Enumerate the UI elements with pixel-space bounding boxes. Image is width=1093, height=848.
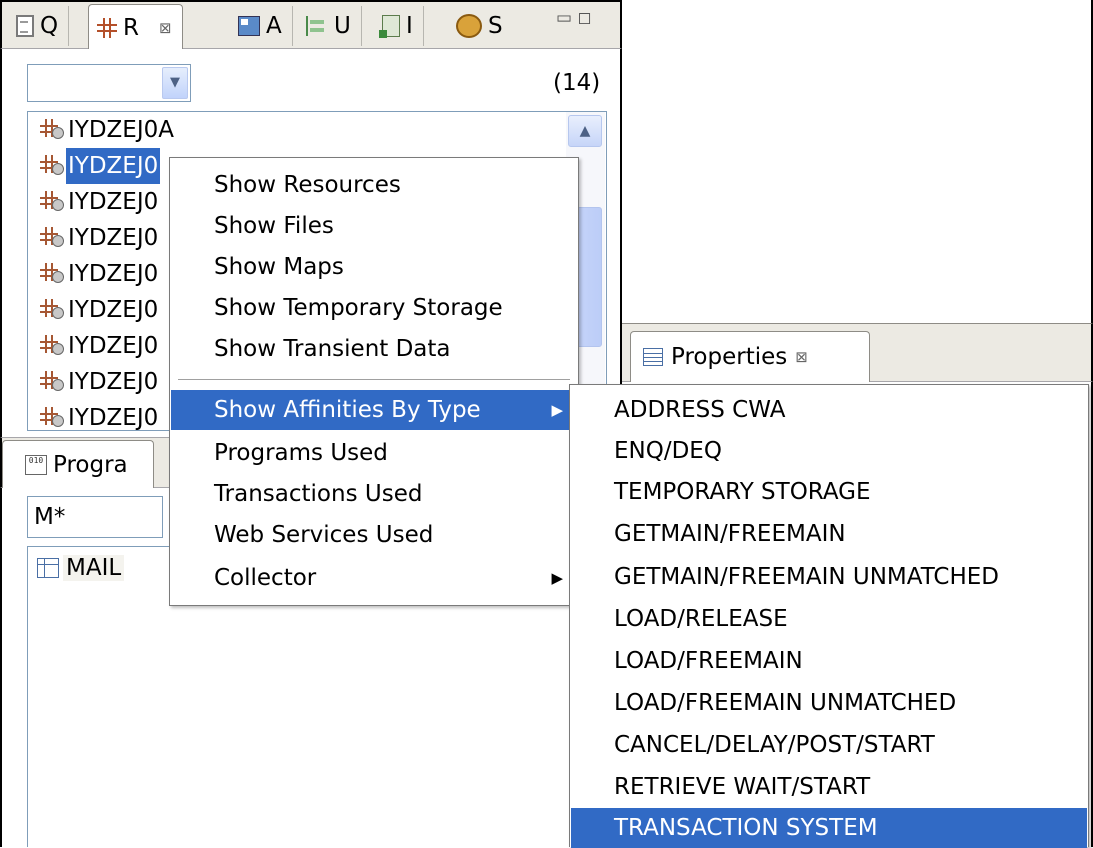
program-list[interactable]	[27, 546, 177, 847]
tab-r-label: R	[123, 15, 139, 41]
list-item-label: MAIL	[63, 555, 125, 581]
list-item-label: IYDZEJ0	[68, 405, 159, 431]
tab-r[interactable]: R ⊠	[88, 4, 183, 51]
submenu-item[interactable]: LOAD/FREEMAIN UNMATCHED	[571, 683, 1087, 723]
submenu-item[interactable]: ADDRESS CWA	[571, 390, 1087, 430]
tab-u-label: U	[334, 13, 351, 39]
list-item[interactable]: IYDZEJ0	[40, 184, 160, 220]
tab-properties-label: Properties	[671, 344, 788, 370]
submenu-arrow-icon: ▶	[551, 401, 563, 419]
submenu-item[interactable]: GETMAIN/FREEMAIN	[571, 514, 1087, 554]
chevron-down-icon[interactable]: ▼	[162, 67, 188, 99]
tab-programs-label: Progra	[53, 451, 128, 478]
gear-icon	[456, 14, 482, 38]
tab-q-label: Q	[40, 13, 59, 39]
resource-icon	[40, 299, 64, 321]
submenu-item[interactable]: LOAD/RELEASE	[571, 599, 1087, 639]
menu-item-show-maps[interactable]: Show Maps	[171, 247, 577, 287]
list-item[interactable]: IYDZEJ0	[40, 148, 161, 184]
close-icon[interactable]: ⊠	[159, 8, 172, 48]
list-item[interactable]: MAIL	[37, 552, 125, 584]
menu-item-transactions-used[interactable]: Transactions Used	[171, 474, 577, 514]
menu-item-show-transient-data[interactable]: Show Transient Data	[171, 329, 577, 369]
submenu-arrow-icon: ▶	[551, 569, 563, 587]
tab-i[interactable]: I	[374, 6, 424, 46]
tab-u[interactable]: U	[298, 6, 362, 46]
tab-properties[interactable]: Properties ⊠	[630, 331, 870, 382]
import-file-icon	[379, 15, 400, 38]
tab-q[interactable]: Q	[8, 6, 70, 46]
list-item[interactable]: IYDZEJ0	[40, 256, 160, 292]
list-item[interactable]: IYDZEJ0	[40, 400, 160, 431]
item-count: (14)	[553, 70, 601, 96]
resource-icon	[40, 155, 64, 177]
menu-separator	[178, 379, 570, 380]
close-icon[interactable]: ⊠	[795, 348, 808, 366]
menu-item-web-services-used[interactable]: Web Services Used	[171, 515, 577, 555]
list-item-label: IYDZEJ0	[68, 261, 159, 287]
editor-area	[622, 0, 1093, 324]
list-item-label: IYDZEJ0	[68, 297, 159, 323]
menu-item-show-resources[interactable]: Show Resources	[171, 165, 577, 205]
resource-icon	[40, 119, 64, 141]
menu-item-label: Show Affinities By Type	[214, 397, 481, 423]
view-tab-bar: Q R ⊠ A U I S	[0, 0, 622, 51]
tab-s-label: S	[488, 13, 503, 39]
affinities-submenu: ADDRESS CWA ENQ/DEQ TEMPORARY STORAGE GE…	[569, 384, 1089, 848]
tab-programs[interactable]: 010 Progra	[2, 440, 154, 488]
submenu-item[interactable]: TEMPORARY STORAGE	[571, 472, 1087, 512]
list-item[interactable]: IYDZEJ0	[40, 220, 160, 256]
tab-i-label: I	[406, 13, 413, 39]
submenu-item[interactable]: CANCEL/DELAY/POST/START	[571, 725, 1087, 765]
minimize-maximize-icon[interactable]: ▭ ◻	[556, 8, 616, 32]
document-icon	[16, 15, 34, 37]
menu-item-label: Collector	[214, 565, 317, 591]
program-filter-input[interactable]: M*	[27, 496, 163, 538]
list-item-label: IYDZEJ0	[66, 148, 161, 184]
list-item-label: IYDZEJ0	[68, 189, 159, 215]
tab-s[interactable]: S	[448, 6, 513, 46]
application-icon	[238, 16, 260, 36]
resource-icon	[40, 263, 64, 285]
resource-icon	[40, 227, 64, 249]
scroll-up-icon[interactable]: ▲	[568, 115, 602, 147]
list-item-label: IYDZEJ0	[68, 369, 159, 395]
binary-icon: 010	[25, 454, 47, 475]
list-item[interactable]: IYDZEJ0	[40, 364, 160, 400]
table-icon	[37, 558, 59, 578]
list-item[interactable]: IYDZEJ0	[40, 292, 160, 328]
menu-item-collector[interactable]: Collector ▶	[171, 558, 577, 598]
submenu-item[interactable]: GETMAIN/FREEMAIN UNMATCHED	[571, 557, 1087, 597]
list-item[interactable]: IYDZEJ0A	[40, 112, 176, 148]
submenu-item[interactable]: ENQ/DEQ	[571, 431, 1087, 471]
list-item-label: IYDZEJ0A	[68, 117, 174, 143]
menu-item-show-affinities-by-type[interactable]: Show Affinities By Type ▶	[171, 390, 577, 430]
menu-item-programs-used[interactable]: Programs Used	[171, 433, 577, 473]
submenu-item[interactable]: RETRIEVE WAIT/START	[571, 767, 1087, 807]
menu-item-show-files[interactable]: Show Files	[171, 206, 577, 246]
resource-icon	[40, 407, 64, 429]
list-item-label: IYDZEJ0	[68, 333, 159, 359]
context-menu: Show Resources Show Files Show Maps Show…	[169, 157, 579, 606]
list-item-label: IYDZEJ0	[68, 225, 159, 251]
menu-item-show-temporary-storage[interactable]: Show Temporary Storage	[171, 288, 577, 328]
tab-a[interactable]: A	[230, 6, 293, 46]
tab-a-label: A	[266, 13, 282, 39]
submenu-item[interactable]: LOAD/FREEMAIN	[571, 641, 1087, 681]
resource-grid-icon	[97, 18, 117, 38]
submenu-item-highlighted[interactable]: TRANSACTION SYSTEM	[571, 808, 1087, 848]
list-item[interactable]: IYDZEJ0	[40, 328, 160, 364]
resource-icon	[40, 191, 64, 213]
tree-icon	[306, 16, 328, 36]
resource-icon	[40, 371, 64, 393]
resource-icon	[40, 335, 64, 357]
properties-icon	[643, 348, 663, 366]
